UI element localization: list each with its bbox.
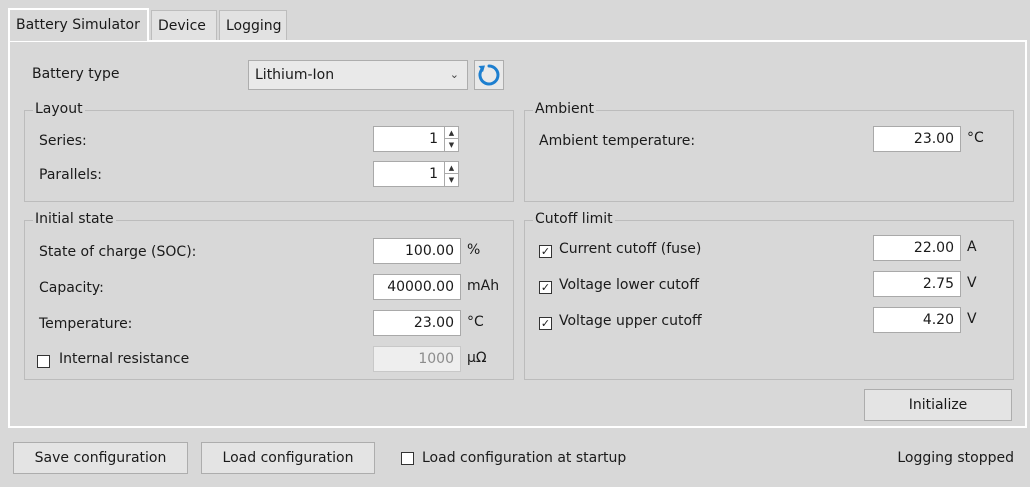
load-at-startup-checkbox[interactable] <box>401 452 414 465</box>
tab-device[interactable]: Device <box>151 10 217 42</box>
initialize-button[interactable]: Initialize <box>864 389 1012 421</box>
parallels-spinner[interactable]: ▲ ▼ <box>444 162 458 186</box>
layout-group-title: Layout <box>33 101 85 117</box>
internal-resistance-unit: μΩ <box>467 350 487 366</box>
current-cutoff-label: Current cutoff (fuse) <box>559 241 702 257</box>
capacity-label: Capacity: <box>39 280 104 296</box>
logging-status-text: Logging stopped <box>897 450 1014 466</box>
battery-simulator-panel: Battery type Lithium-Ion ⌄ Layout Series… <box>8 40 1027 428</box>
cutoff-limit-group: Cutoff limit ✓ Current cutoff (fuse) 22.… <box>524 211 1014 380</box>
voltage-lower-cutoff-input[interactable]: 2.75 <box>873 271 961 297</box>
tab-battery-simulator[interactable]: Battery Simulator <box>8 8 149 41</box>
current-cutoff-unit: A <box>967 239 977 255</box>
parallels-input[interactable]: 1 ▲ ▼ <box>373 161 459 187</box>
parallels-value: 1 <box>429 166 438 182</box>
series-spinner[interactable]: ▲ ▼ <box>444 127 458 151</box>
temperature-input[interactable]: 23.00 <box>373 310 461 336</box>
soc-input[interactable]: 100.00 <box>373 238 461 264</box>
voltage-upper-cutoff-label: Voltage upper cutoff <box>559 313 702 329</box>
battery-type-value: Lithium-Ion <box>255 67 335 83</box>
cutoff-limit-group-title: Cutoff limit <box>533 211 615 227</box>
series-value: 1 <box>429 131 438 147</box>
ambient-temperature-unit: °C <box>967 130 984 146</box>
ambient-group: Ambient Ambient temperature: 23.00 °C <box>524 101 1014 202</box>
ambient-temperature-input[interactable]: 23.00 <box>873 126 961 152</box>
spin-up-icon[interactable]: ▲ <box>445 127 458 139</box>
load-at-startup-label: Load configuration at startup <box>422 450 627 466</box>
series-input[interactable]: 1 ▲ ▼ <box>373 126 459 152</box>
load-configuration-button[interactable]: Load configuration <box>201 442 375 474</box>
parallels-label: Parallels: <box>39 167 103 183</box>
current-cutoff-input[interactable]: 22.00 <box>873 235 961 261</box>
initial-state-group-title: Initial state <box>33 211 116 227</box>
save-configuration-button[interactable]: Save configuration <box>13 442 188 474</box>
initial-state-group: Initial state State of charge (SOC): 100… <box>24 211 514 380</box>
spin-down-icon[interactable]: ▼ <box>445 139 458 151</box>
voltage-lower-cutoff-label: Voltage lower cutoff <box>559 277 699 293</box>
temperature-label: Temperature: <box>39 316 133 332</box>
capacity-input[interactable]: 40000.00 <box>373 274 461 300</box>
battery-type-select[interactable]: Lithium-Ion ⌄ <box>248 60 468 90</box>
refresh-button[interactable] <box>474 60 504 90</box>
voltage-lower-cutoff-unit: V <box>967 275 977 291</box>
voltage-upper-cutoff-unit: V <box>967 311 977 327</box>
capacity-unit: mAh <box>467 278 500 294</box>
tab-logging[interactable]: Logging <box>219 10 287 42</box>
chevron-down-icon: ⌄ <box>449 68 459 81</box>
spin-up-icon[interactable]: ▲ <box>445 162 458 174</box>
series-label: Series: <box>39 133 87 149</box>
voltage-lower-cutoff-checkbox[interactable]: ✓ <box>539 281 552 294</box>
internal-resistance-input[interactable]: 1000 <box>373 346 461 372</box>
refresh-icon <box>478 64 500 86</box>
soc-label: State of charge (SOC): <box>39 244 197 260</box>
spin-down-icon[interactable]: ▼ <box>445 174 458 186</box>
voltage-upper-cutoff-checkbox[interactable]: ✓ <box>539 317 552 330</box>
battery-type-label: Battery type <box>32 66 120 82</box>
temperature-unit: °C <box>467 314 484 330</box>
ambient-temperature-label: Ambient temperature: <box>539 133 696 149</box>
layout-group: Layout Series: 1 ▲ ▼ Parallels: 1 ▲ ▼ <box>24 101 514 202</box>
current-cutoff-checkbox[interactable]: ✓ <box>539 245 552 258</box>
soc-unit: % <box>467 242 481 258</box>
internal-resistance-label: Internal resistance <box>59 351 190 367</box>
ambient-group-title: Ambient <box>533 101 596 117</box>
voltage-upper-cutoff-input[interactable]: 4.20 <box>873 307 961 333</box>
internal-resistance-checkbox[interactable] <box>37 355 50 368</box>
